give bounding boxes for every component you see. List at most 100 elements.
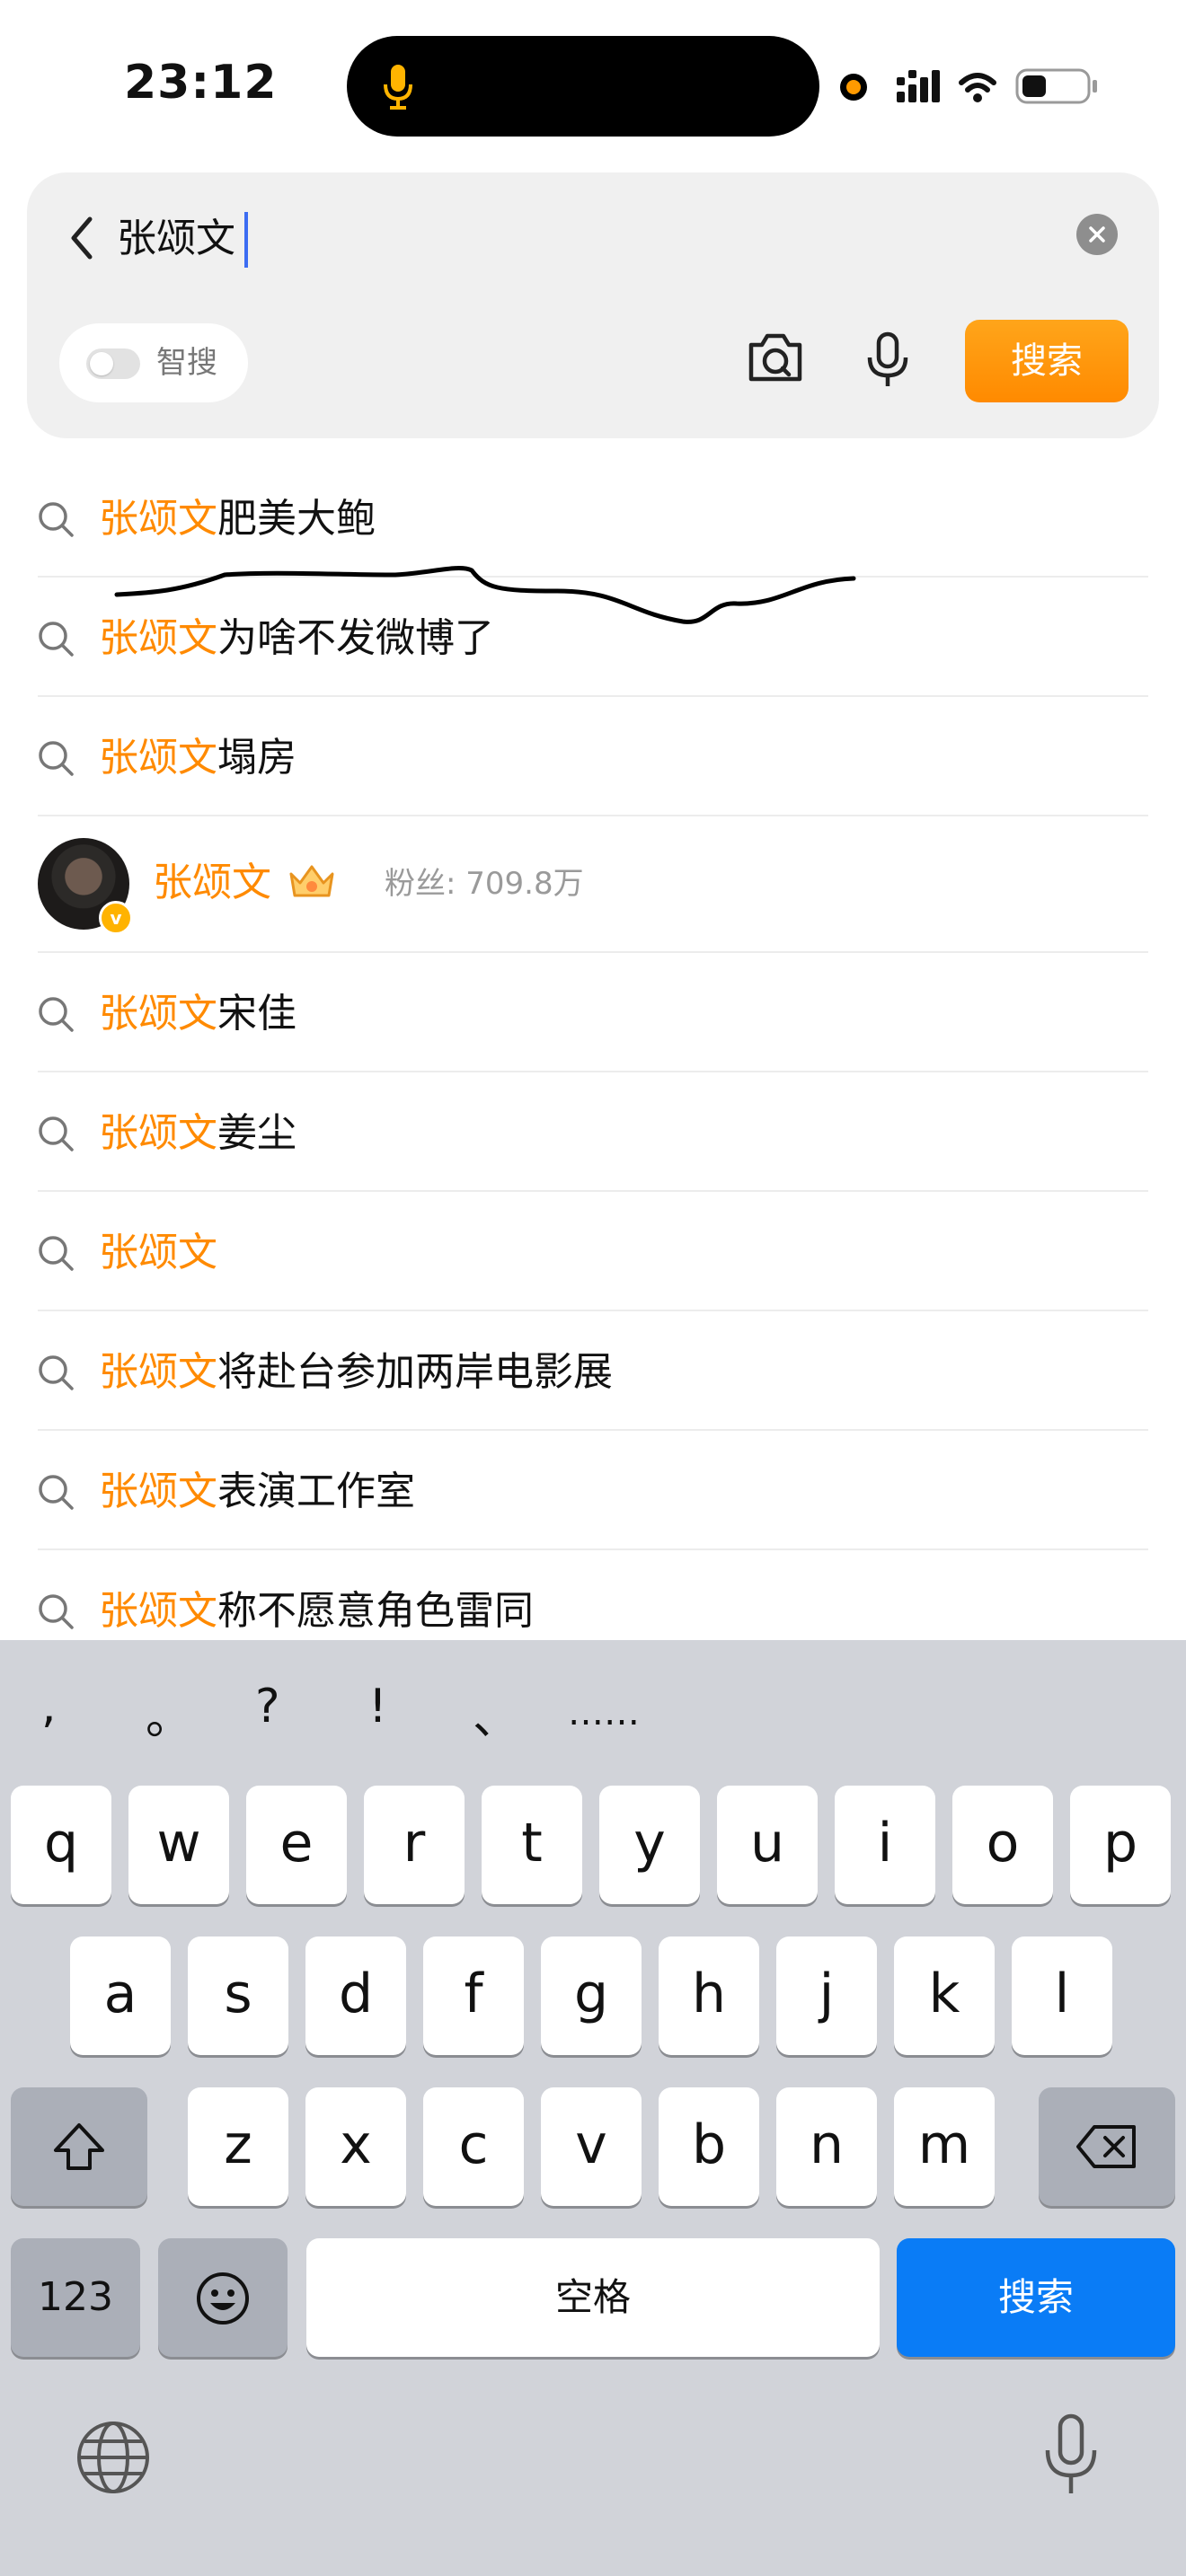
keyboard: , 。 ? ! 、 …… q w e r t y u i o p a s d f…: [0, 1640, 1186, 2576]
key-p[interactable]: p: [1070, 1786, 1171, 1904]
punct-key[interactable]: ,: [41, 1680, 57, 1734]
recording-dot-icon: [840, 74, 867, 101]
key-c[interactable]: c: [423, 2087, 524, 2206]
suggestion-list: 张颂文肥美大鲍 张颂文为啥不发微博了 张颂文塌房 v 张颂文 粉丝: 709.8…: [0, 458, 1186, 1670]
key-o[interactable]: o: [952, 1786, 1053, 1904]
search-icon: [36, 1114, 75, 1157]
suggestion-item[interactable]: 张颂文为啥不发微博了: [0, 578, 1186, 697]
verified-badge-icon: v: [99, 901, 133, 935]
suggestion-text: 将赴台参加两岸电影展: [217, 1349, 613, 1395]
suggestion-item[interactable]: 张颂文塌房: [0, 697, 1186, 816]
dictation-mic-icon[interactable]: [1042, 2413, 1100, 2502]
suggestion-highlight: 张颂文: [99, 991, 217, 1037]
key-x[interactable]: x: [305, 2087, 406, 2206]
user-suggestion[interactable]: v 张颂文 粉丝: 709.8万: [0, 816, 1186, 953]
search-icon: [36, 1353, 75, 1396]
key-u[interactable]: u: [717, 1786, 818, 1904]
back-arrow-icon[interactable]: [59, 208, 108, 268]
text-caret: [244, 212, 248, 268]
fans-count: 粉丝: 709.8万: [385, 866, 584, 902]
key-r[interactable]: r: [364, 1786, 465, 1904]
suggestion-item[interactable]: 张颂文: [0, 1192, 1186, 1311]
key-m[interactable]: m: [894, 2087, 995, 2206]
key-t[interactable]: t: [482, 1786, 582, 1904]
punct-key[interactable]: 。: [146, 1680, 192, 1747]
punct-key[interactable]: 、: [473, 1680, 519, 1747]
key-v[interactable]: v: [541, 2087, 642, 2206]
search-icon: [36, 738, 75, 781]
suggestion-text: 表演工作室: [217, 1469, 415, 1514]
suggestion-highlight: 张颂文: [99, 615, 217, 661]
key-i[interactable]: i: [835, 1786, 935, 1904]
key-k[interactable]: k: [894, 1936, 995, 2055]
suggestion-text: 肥美大鲍: [217, 496, 376, 542]
status-icons: [897, 65, 1121, 113]
suggestion-item[interactable]: 张颂文肥美大鲍: [0, 458, 1186, 578]
suggestion-text: 称不愿意角色雷同: [217, 1588, 534, 1634]
key-a[interactable]: a: [70, 1936, 171, 2055]
search-icon: [36, 1472, 75, 1515]
suggestion-highlight: 张颂文: [99, 496, 217, 542]
search-icon: [36, 499, 75, 543]
crown-badge-icon: [286, 861, 338, 904]
key-f[interactable]: f: [423, 1936, 524, 2055]
emoji-icon: [197, 2272, 249, 2325]
suggestion-item[interactable]: 张颂文表演工作室: [0, 1431, 1186, 1550]
key-g[interactable]: g: [541, 1936, 642, 2055]
key-b[interactable]: b: [659, 2087, 759, 2206]
smart-search-label: 智搜: [156, 345, 217, 381]
toggle-switch[interactable]: [86, 348, 140, 379]
space-key[interactable]: 空格: [306, 2238, 880, 2357]
dynamic-island: [347, 36, 819, 137]
key-z[interactable]: z: [188, 2087, 288, 2206]
suggestion-highlight: 张颂文: [99, 1349, 217, 1395]
key-n[interactable]: n: [776, 2087, 877, 2206]
search-panel: 张颂文 智搜 搜索: [27, 172, 1159, 438]
user-name: 张颂文: [153, 860, 271, 905]
key-j[interactable]: j: [776, 1936, 877, 2055]
suggestion-highlight: 张颂文: [99, 1230, 217, 1275]
status-time: 23:12: [124, 56, 278, 110]
smart-search-toggle[interactable]: 智搜: [59, 323, 248, 402]
key-s[interactable]: s: [188, 1936, 288, 2055]
search-input[interactable]: 张颂文: [117, 212, 235, 266]
suggestion-item[interactable]: 张颂文姜尘: [0, 1072, 1186, 1192]
search-icon: [36, 994, 75, 1037]
suggestion-highlight: 张颂文: [99, 735, 217, 781]
search-icon: [36, 1233, 75, 1276]
backspace-icon: [1076, 2125, 1136, 2168]
emoji-key[interactable]: [158, 2238, 288, 2357]
suggestion-highlight: 张颂文: [99, 1469, 217, 1514]
punct-key[interactable]: ?: [255, 1680, 280, 1734]
camera-icon[interactable]: [746, 331, 805, 388]
search-button[interactable]: 搜索: [965, 320, 1128, 402]
search-icon: [36, 1592, 75, 1635]
suggestion-text: 宋佳: [217, 991, 296, 1037]
suggestion-item[interactable]: 张颂文将赴台参加两岸电影展: [0, 1311, 1186, 1431]
battery-icon: [1015, 68, 1097, 104]
key-q[interactable]: q: [11, 1786, 111, 1904]
punct-key[interactable]: !: [368, 1680, 387, 1734]
key-y[interactable]: y: [599, 1786, 700, 1904]
microphone-indicator-icon: [384, 65, 412, 110]
punct-key[interactable]: ……: [568, 1692, 640, 1734]
key-l[interactable]: l: [1012, 1936, 1112, 2055]
key-h[interactable]: h: [659, 1936, 759, 2055]
suggestion-highlight: 张颂文: [99, 1110, 217, 1156]
clear-icon[interactable]: [1076, 214, 1118, 255]
shift-key[interactable]: [11, 2087, 147, 2206]
voice-search-icon[interactable]: [863, 331, 913, 393]
key-d[interactable]: d: [305, 1936, 406, 2055]
wifi-icon: [959, 73, 996, 93]
suggestion-highlight: 张颂文: [99, 1588, 217, 1634]
numbers-key[interactable]: 123: [11, 2238, 140, 2357]
backspace-key[interactable]: [1039, 2087, 1175, 2206]
suggestion-text: 塌房: [217, 735, 296, 781]
suggestion-item[interactable]: 张颂文宋佳: [0, 953, 1186, 1072]
suggestion-text: 姜尘: [217, 1110, 296, 1156]
keyboard-search-key[interactable]: 搜索: [897, 2238, 1175, 2357]
globe-icon[interactable]: [75, 2420, 151, 2499]
key-e[interactable]: e: [246, 1786, 347, 1904]
key-w[interactable]: w: [128, 1786, 229, 1904]
cellular-signal-icon: [897, 70, 940, 102]
